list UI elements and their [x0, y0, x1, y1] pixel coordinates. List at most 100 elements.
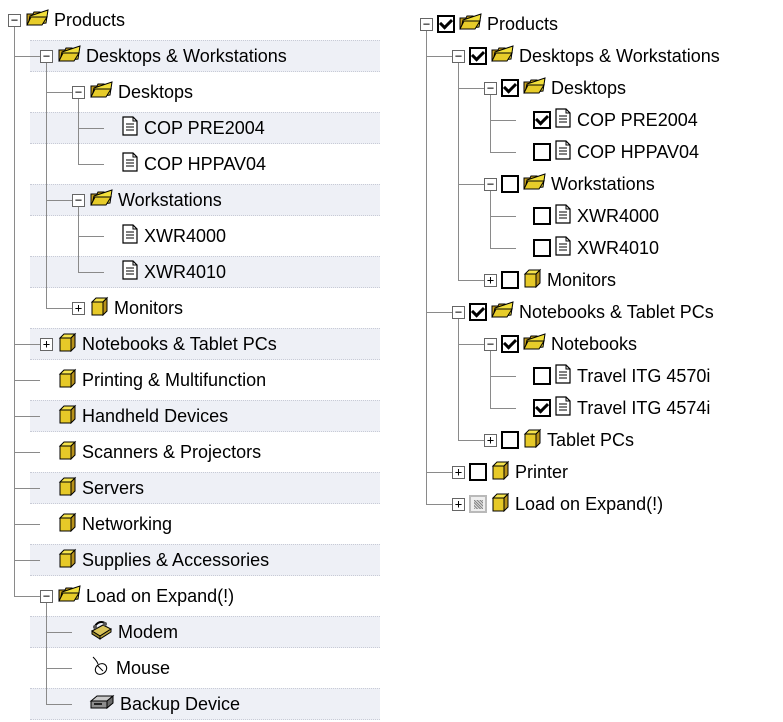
expand-toggle-icon[interactable]: + — [484, 273, 497, 287]
tree-node[interactable]: + Monitors — [0, 290, 380, 326]
node-checkbox[interactable] — [501, 271, 519, 289]
tree-node-label[interactable]: Supplies & Accessories — [82, 550, 269, 571]
tree-node-label[interactable]: Workstations — [551, 174, 655, 195]
tree-node[interactable]: Travel ITG 4570i — [414, 360, 783, 392]
tree-node-label[interactable]: Monitors — [547, 270, 616, 291]
node-checkbox[interactable] — [533, 239, 551, 257]
tree-node[interactable]: − Workstations — [414, 168, 783, 200]
tree-node[interactable]: Supplies & Accessories — [0, 542, 380, 578]
collapse-toggle-icon[interactable]: − — [484, 81, 497, 95]
tree-node[interactable]: Networking — [0, 506, 380, 542]
node-checkbox[interactable] — [501, 431, 519, 449]
tree-node[interactable]: + Monitors — [414, 264, 783, 296]
tree-node-label[interactable]: Modem — [118, 622, 178, 643]
tree-node[interactable]: COP HPPAV04 — [0, 146, 380, 182]
tree-node-label[interactable]: Notebooks & Tablet PCs — [82, 334, 277, 355]
tree-node-label[interactable]: COP PRE2004 — [577, 110, 698, 131]
collapse-toggle-icon[interactable]: − — [40, 49, 53, 63]
expand-toggle-icon[interactable]: + — [40, 337, 53, 351]
tree-node[interactable]: XWR4010 — [0, 254, 380, 290]
node-checkbox[interactable] — [533, 143, 551, 161]
tree-node-label[interactable]: XWR4010 — [144, 262, 226, 283]
node-checkbox[interactable] — [533, 399, 551, 417]
collapse-toggle-icon[interactable]: − — [72, 85, 85, 99]
tree-node[interactable]: Modem — [0, 614, 380, 650]
tree-node-label[interactable]: Networking — [82, 514, 172, 535]
tree-node[interactable]: − Load on Expand(!) — [0, 578, 380, 614]
tree-node-label[interactable]: Load on Expand(!) — [515, 494, 663, 515]
expand-toggle-icon[interactable]: + — [452, 465, 465, 479]
tree-node-label[interactable]: Travel ITG 4570i — [577, 366, 710, 387]
tree-node-label[interactable]: Mouse — [116, 658, 170, 679]
tree-node-label[interactable]: XWR4000 — [577, 206, 659, 227]
tree-node-label[interactable]: Travel ITG 4574i — [577, 398, 710, 419]
expand-toggle-icon[interactable]: + — [484, 433, 497, 447]
tree-node-label[interactable]: XWR4010 — [577, 238, 659, 259]
tree-node-label[interactable]: Notebooks — [551, 334, 637, 355]
node-checkbox[interactable] — [437, 15, 455, 33]
tree-node-label[interactable]: XWR4000 — [144, 226, 226, 247]
tree-node[interactable]: Handheld Devices — [0, 398, 380, 434]
collapse-toggle-icon[interactable]: − — [72, 193, 85, 207]
collapse-toggle-icon[interactable]: − — [484, 177, 497, 191]
tree-node[interactable]: − Desktops — [0, 74, 380, 110]
tree-node-label[interactable]: Scanners & Projectors — [82, 442, 261, 463]
tree-node-label[interactable]: COP HPPAV04 — [144, 154, 266, 175]
tree-node-label[interactable]: Handheld Devices — [82, 406, 228, 427]
tree-node[interactable]: COP HPPAV04 — [414, 136, 783, 168]
tree-node[interactable]: − Notebooks — [414, 328, 783, 360]
tree-node[interactable]: COP PRE2004 — [414, 104, 783, 136]
tree-node[interactable]: − Desktops & Workstations — [0, 38, 380, 74]
tree-node[interactable]: − Workstations — [0, 182, 380, 218]
node-checkbox[interactable] — [501, 175, 519, 193]
tree-node[interactable]: Servers — [0, 470, 380, 506]
tree-node-label[interactable]: Printing & Multifunction — [82, 370, 266, 391]
tree-node[interactable]: XWR4010 — [414, 232, 783, 264]
tree-node-label[interactable]: Tablet PCs — [547, 430, 634, 451]
tree-node-label[interactable]: Products — [487, 14, 558, 35]
tree-node[interactable]: Backup Device — [0, 686, 380, 722]
node-checkbox[interactable] — [469, 303, 487, 321]
tree-node-label[interactable]: Servers — [82, 478, 144, 499]
tree-node[interactable]: XWR4000 — [414, 200, 783, 232]
tree-node-label[interactable]: Notebooks & Tablet PCs — [519, 302, 714, 323]
tree-node-label[interactable]: Products — [54, 10, 125, 31]
tree-node[interactable]: − Desktops & Workstations — [414, 40, 783, 72]
node-checkbox[interactable] — [469, 463, 487, 481]
tree-node[interactable]: − Products — [414, 8, 783, 40]
tree-node[interactable]: − Products — [0, 2, 380, 38]
node-checkbox[interactable] — [533, 207, 551, 225]
tree-node[interactable]: + Printer — [414, 456, 783, 488]
node-checkbox[interactable] — [501, 335, 519, 353]
tree-node-label[interactable]: Workstations — [118, 190, 222, 211]
tree-node[interactable]: Travel ITG 4574i — [414, 392, 783, 424]
collapse-toggle-icon[interactable]: − — [40, 589, 53, 603]
tree-node-label[interactable]: COP HPPAV04 — [577, 142, 699, 163]
collapse-toggle-icon[interactable]: − — [8, 13, 21, 27]
tree-node[interactable]: + Load on Expand(!) — [414, 488, 783, 520]
node-checkbox[interactable] — [533, 367, 551, 385]
node-checkbox[interactable] — [533, 111, 551, 129]
expand-toggle-icon[interactable]: + — [452, 497, 465, 511]
node-checkbox[interactable] — [469, 47, 487, 65]
tree-node-label[interactable]: Monitors — [114, 298, 183, 319]
tree-node-label[interactable]: Desktops & Workstations — [519, 46, 720, 67]
tree-node[interactable]: + Notebooks & Tablet PCs — [0, 326, 380, 362]
node-checkbox[interactable] — [501, 79, 519, 97]
tree-node[interactable]: − Notebooks & Tablet PCs — [414, 296, 783, 328]
tree-node-label[interactable]: Load on Expand(!) — [86, 586, 234, 607]
tree-node-label[interactable]: COP PRE2004 — [144, 118, 265, 139]
tree-node-label[interactable]: Desktops & Workstations — [86, 46, 287, 67]
tree-node-label[interactable]: Desktops — [118, 82, 193, 103]
collapse-toggle-icon[interactable]: − — [452, 305, 465, 319]
tree-node[interactable]: − Desktops — [414, 72, 783, 104]
collapse-toggle-icon[interactable]: − — [452, 49, 465, 63]
collapse-toggle-icon[interactable]: − — [420, 17, 433, 31]
tree-node[interactable]: COP PRE2004 — [0, 110, 380, 146]
tree-node-label[interactable]: Desktops — [551, 78, 626, 99]
tree-node[interactable]: Mouse — [0, 650, 380, 686]
collapse-toggle-icon[interactable]: − — [484, 337, 497, 351]
tree-node-label[interactable]: Printer — [515, 462, 568, 483]
tree-node[interactable]: XWR4000 — [0, 218, 380, 254]
expand-toggle-icon[interactable]: + — [72, 301, 85, 315]
